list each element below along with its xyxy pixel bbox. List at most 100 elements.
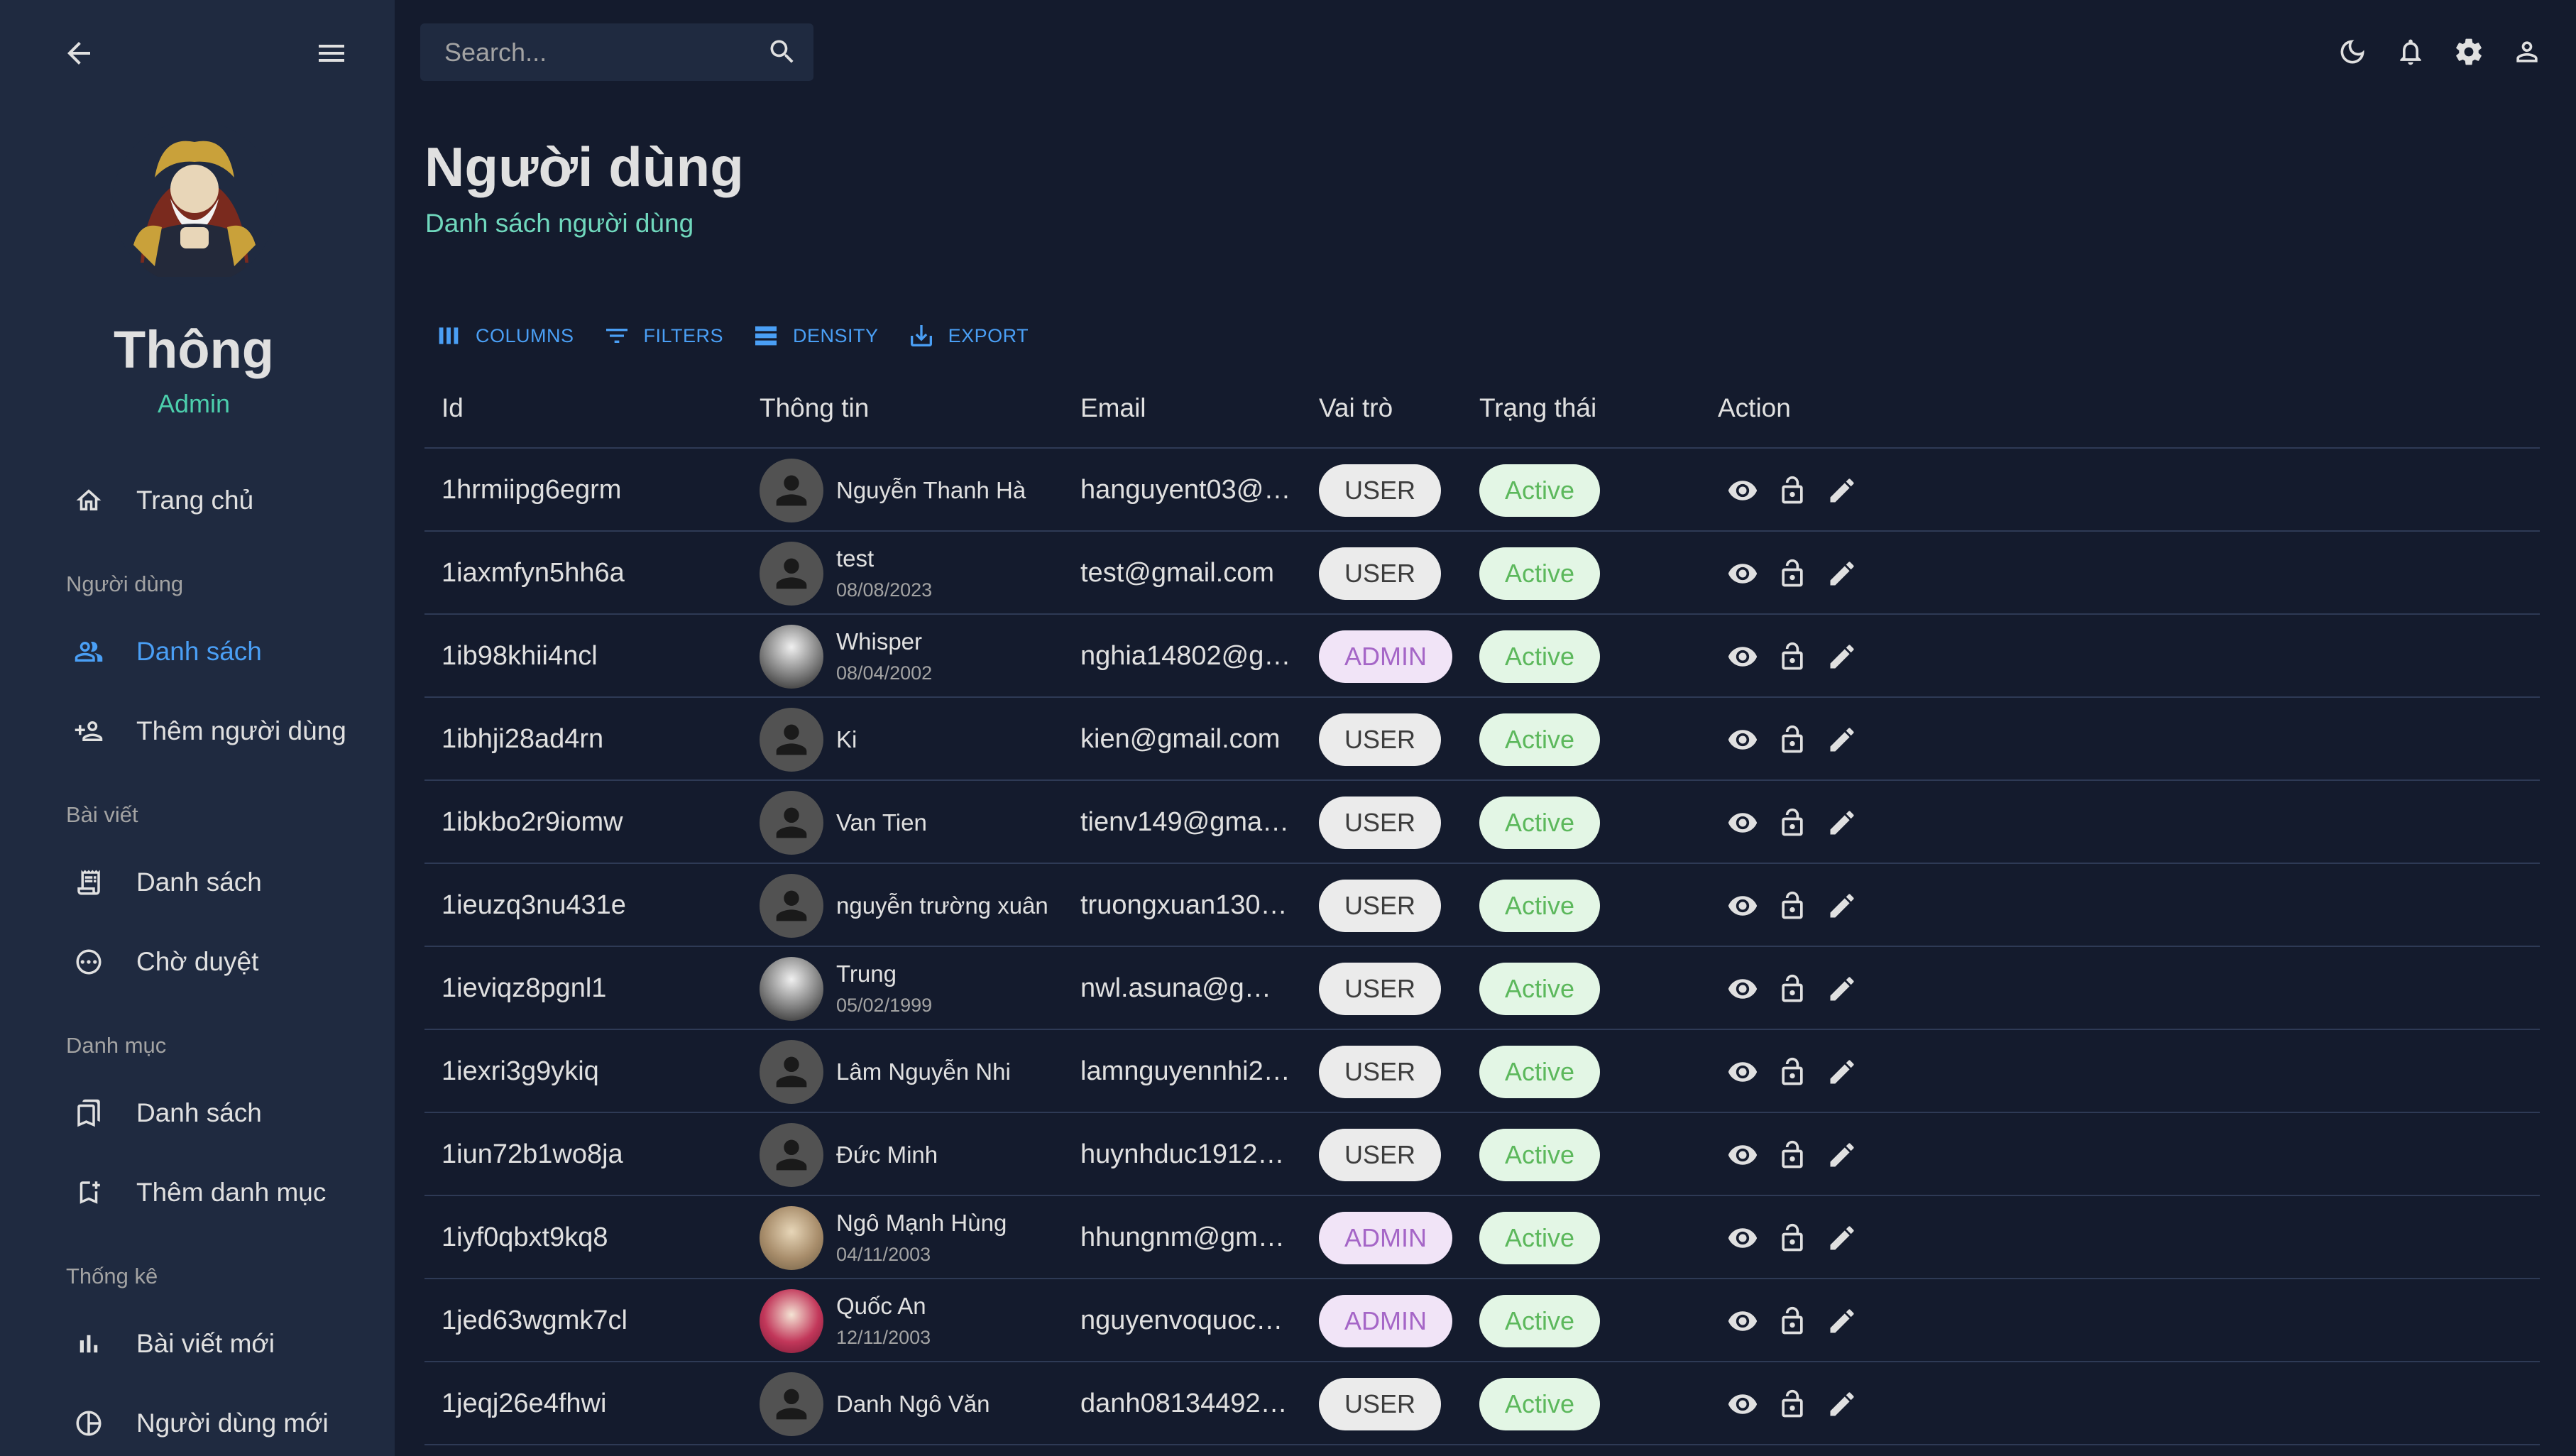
sidebar-item-home[interactable]: Trang chủ [71, 472, 383, 529]
table-row[interactable]: 1jed63wgmk7cl Quốc An 12/11/2003 nguyenv… [424, 1279, 2540, 1362]
lock-open-icon[interactable] [1767, 1047, 1817, 1097]
sidebar-item-add-category[interactable]: Thêm danh mục [71, 1164, 383, 1221]
edit-icon[interactable] [1817, 798, 1867, 848]
table-row[interactable]: 1hrmiipg6egrm Nguyễn Thanh Hà hanguyent0… [424, 449, 2540, 532]
sidebar-item-user-list[interactable]: Danh sách [71, 623, 383, 680]
view-icon[interactable] [1718, 964, 1767, 1014]
status-chip: Active [1479, 1211, 1601, 1264]
view-icon[interactable] [1718, 1047, 1767, 1097]
table-row[interactable]: 1ib98khii4ncl Whisper 08/04/2002 nghia14… [424, 615, 2540, 698]
status-cell: Active [1479, 1362, 1601, 1445]
role-chip: USER [1319, 547, 1442, 600]
status-chip: Active [1479, 962, 1601, 1015]
user-info: Danh Ngô Văn [760, 1362, 990, 1445]
column-header-email[interactable]: Email [1080, 393, 1146, 423]
edit-icon[interactable] [1817, 1047, 1867, 1097]
profile-role: Admin [157, 389, 231, 418]
table-row[interactable]: 1ibhji28ad4rn Ki kien@gmail.com USER Act… [424, 698, 2540, 781]
user-name: Đức Minh [836, 1141, 938, 1168]
view-icon[interactable] [1718, 881, 1767, 931]
user-id: 1iyf0qbxt9kq8 [442, 1222, 608, 1252]
sidebar-item-add-user[interactable]: Thêm người dùng [71, 703, 383, 760]
sidebar-item-label: Trang chủ [136, 486, 254, 515]
lock-open-icon[interactable] [1767, 964, 1817, 1014]
settings-icon[interactable] [2440, 23, 2498, 81]
edit-icon[interactable] [1817, 1296, 1867, 1346]
view-icon[interactable] [1718, 549, 1767, 598]
lock-open-icon[interactable] [1767, 632, 1817, 682]
menu-icon[interactable] [300, 21, 363, 85]
notifications-icon[interactable] [2382, 23, 2440, 81]
lock-open-icon[interactable] [1767, 549, 1817, 598]
edit-icon[interactable] [1817, 466, 1867, 515]
edit-icon[interactable] [1817, 964, 1867, 1014]
filters-button[interactable]: FILTERS [603, 322, 724, 350]
table-row[interactable]: 1ieviqz8pgnl1 Trung 05/02/1999 nwl.asuna… [424, 947, 2540, 1030]
view-icon[interactable] [1718, 798, 1767, 848]
person-add-icon [71, 713, 106, 749]
action-cell [1718, 1030, 1867, 1113]
view-icon[interactable] [1718, 1296, 1767, 1346]
edit-icon[interactable] [1817, 549, 1867, 598]
column-header-status[interactable]: Trạng thái [1479, 393, 1596, 423]
view-icon[interactable] [1718, 632, 1767, 682]
sidebar-item-category-list[interactable]: Danh sách [71, 1085, 383, 1142]
view-icon[interactable] [1718, 715, 1767, 765]
export-button[interactable]: EXPORT [907, 322, 1029, 350]
sidebar-item-pending[interactable]: Chờ duyệt [71, 934, 383, 990]
table-row[interactable]: 1iun72b1wo8ja Đức Minh huynhduc19122@gma… [424, 1113, 2540, 1196]
edit-icon[interactable] [1817, 632, 1867, 682]
edit-icon[interactable] [1817, 881, 1867, 931]
view-icon[interactable] [1718, 1213, 1767, 1263]
lock-open-icon[interactable] [1767, 1130, 1817, 1180]
status-cell: Active [1479, 1030, 1601, 1113]
columns-button[interactable]: COLUMNS [434, 322, 574, 350]
lock-open-icon[interactable] [1767, 466, 1817, 515]
filter-icon [605, 329, 627, 343]
view-icon[interactable] [1718, 1379, 1767, 1429]
user-info: nguyễn trường xuân [760, 864, 1048, 947]
table-row[interactable]: 1ibkbo2r9iomw Van Tien tienv149@gmail.co… [424, 781, 2540, 864]
profile-icon[interactable] [2498, 23, 2556, 81]
column-header-info[interactable]: Thông tin [760, 393, 869, 423]
table-row[interactable]: 1iyf0qbxt9kq8 Ngô Mạnh Hùng 04/11/2003 h… [424, 1196, 2540, 1279]
column-header-id[interactable]: Id [442, 393, 464, 423]
user-name: Ngô Mạnh Hùng [836, 1210, 1007, 1236]
dark-mode-icon[interactable] [2323, 23, 2382, 81]
view-icon[interactable] [1718, 466, 1767, 515]
user-info: Van Tien [760, 781, 927, 864]
lock-open-icon[interactable] [1767, 1379, 1817, 1429]
edit-icon[interactable] [1817, 715, 1867, 765]
user-info: Đức Minh [760, 1113, 938, 1196]
view-icon[interactable] [1718, 1130, 1767, 1180]
search-input[interactable] [444, 37, 742, 67]
edit-icon[interactable] [1817, 1130, 1867, 1180]
search-icon[interactable] [764, 33, 801, 70]
table-row[interactable]: 1jeqj26e4fhwi Danh Ngô Văn danh08134492@… [424, 1362, 2540, 1445]
sidebar-item-label: Chờ duyệt [136, 947, 259, 976]
table-row[interactable]: 1iexri3g9ykiq Lâm Nguyễn Nhi lamnguyennh… [424, 1030, 2540, 1113]
column-header-action[interactable]: Action [1718, 393, 1791, 423]
lock-open-icon[interactable] [1767, 1296, 1817, 1346]
user-id: 1iun72b1wo8ja [442, 1139, 623, 1169]
edit-icon[interactable] [1817, 1213, 1867, 1263]
density-button[interactable]: DENSITY [752, 322, 879, 350]
sidebar-item-post-list[interactable]: Danh sách [71, 854, 383, 911]
edit-icon[interactable] [1817, 1379, 1867, 1429]
status-cell: Active [1479, 1113, 1601, 1196]
sidebar-item-new-posts[interactable]: Bài viết mới [71, 1315, 383, 1372]
lock-open-icon[interactable] [1767, 715, 1817, 765]
user-email: nwl.asuna@gmail.com [1080, 973, 1293, 1003]
lock-open-icon[interactable] [1767, 881, 1817, 931]
user-birthdate: 04/11/2003 [836, 1244, 931, 1265]
table-row[interactable]: 1ieuzq3nu431e nguyễn trường xuân truongx… [424, 864, 2540, 947]
sidebar-item-new-users[interactable]: Người dùng mới [71, 1395, 383, 1452]
sidebar-section-categories: Danh mục [66, 1033, 167, 1058]
lock-open-icon[interactable] [1767, 798, 1817, 848]
table-row[interactable]: 1iaxmfyn5hh6a test 08/08/2023 test@gmail… [424, 532, 2540, 615]
sidebar-section-users: Người dùng [66, 571, 184, 596]
lock-open-icon[interactable] [1767, 1213, 1817, 1263]
person-icon [776, 1389, 807, 1419]
column-header-role[interactable]: Vai trò [1319, 393, 1393, 423]
back-arrow-icon[interactable] [47, 21, 111, 85]
